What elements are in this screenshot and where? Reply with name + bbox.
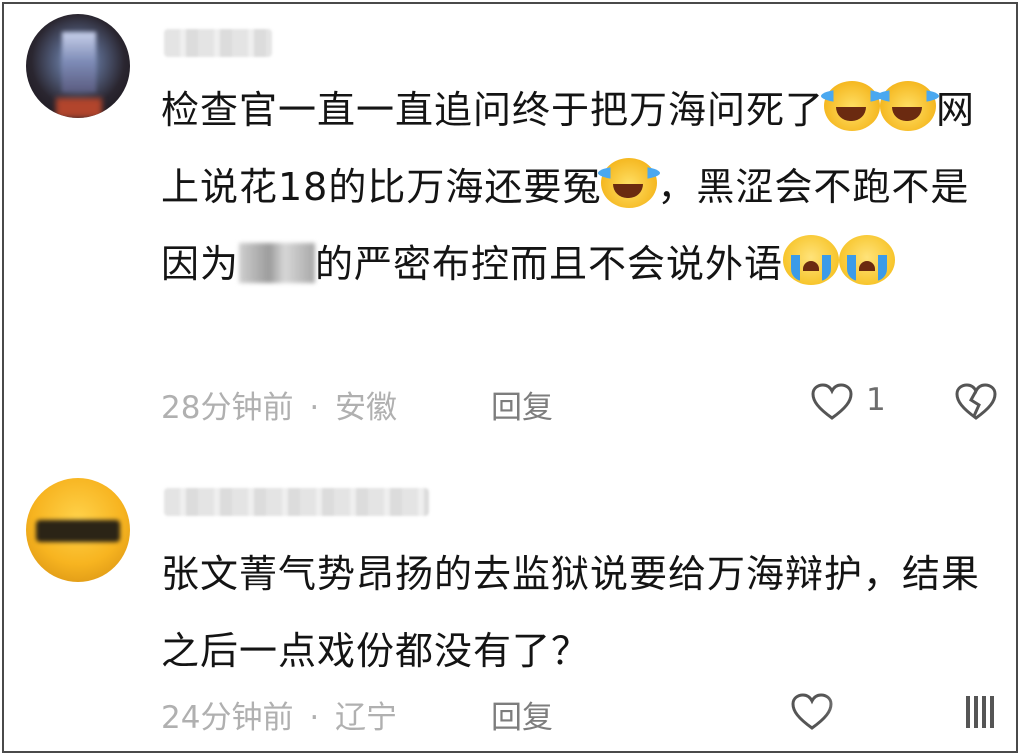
screenshot-frame: 检查官一直一直追问终于把万海问死了 网上说花18的比万海还要冤 ，黑涩会不跑不是因为…	[2, 2, 1018, 753]
fade-overlay	[824, 692, 964, 736]
avatar-image	[36, 520, 120, 542]
comment-text: 张文菁气势昂扬的去监狱说要给万海辩护，结果之后一点戏份都没有了？	[161, 552, 981, 673]
comment-location: 辽宁	[335, 700, 398, 736]
comment-meta: 24分钟前 · 辽宁	[161, 692, 397, 737]
comment-time: 24分钟前	[161, 700, 294, 736]
comment-item: 张文菁气势昂扬的去监狱说要给万海辩护，结果之后一点戏份都没有了？ 24分钟前 ·…	[4, 4, 1016, 751]
avatar[interactable]	[26, 478, 130, 582]
meta-separator: ·	[309, 700, 320, 736]
reply-button[interactable]: 回复	[491, 692, 553, 737]
username-blurred[interactable]	[164, 488, 429, 516]
broken-heart-icon[interactable]	[962, 692, 1006, 732]
